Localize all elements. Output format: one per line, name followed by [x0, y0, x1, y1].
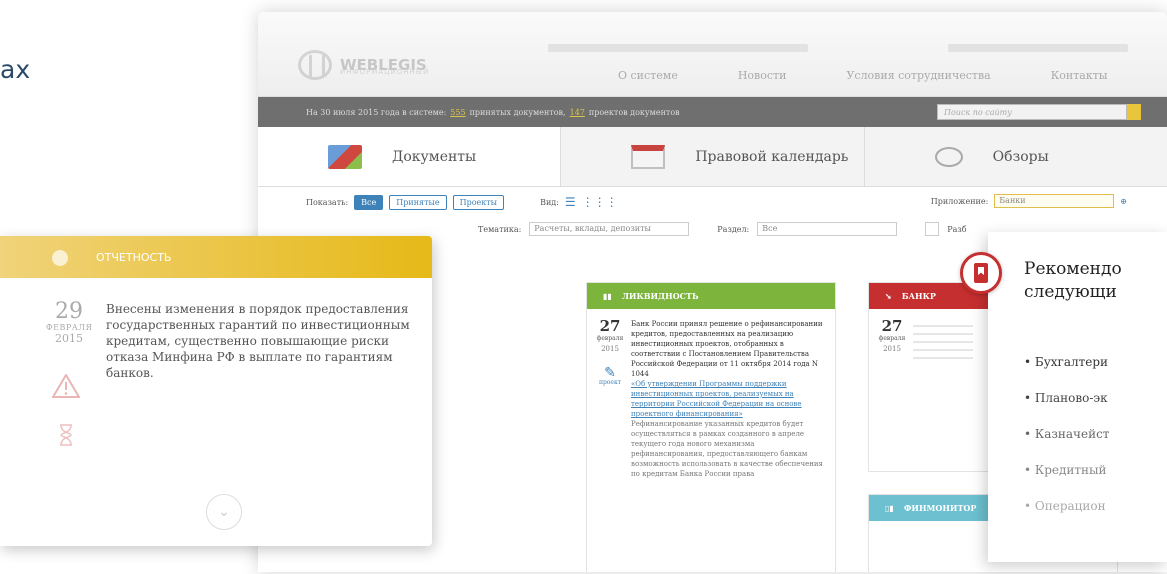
calendar-icon	[631, 144, 666, 169]
promo-stage: ах WEBLEGIS ИНФОРМАЦИОННЫЙ О системе Нов…	[0, 0, 1167, 574]
tab-documents[interactable]: Документы	[258, 127, 561, 186]
card-link[interactable]: «Об утверждении Программы поддержки инве…	[631, 379, 827, 419]
documents-icon	[328, 144, 362, 169]
search-input[interactable]: Поиск по сайту	[937, 104, 1127, 120]
search-icon[interactable]	[1127, 104, 1141, 120]
docs-label: принятых документов,	[469, 107, 566, 117]
section-label: Раздел:	[717, 224, 750, 234]
reporting-panel: ОТЧЕТНОСТЬ 29 ФЕВРАЛЯ 2015 Внесены измен…	[0, 236, 432, 546]
nav-contacts[interactable]: Контакты	[1051, 69, 1108, 82]
card-title: БАНКР	[901, 291, 936, 301]
tab-calendar-label: Правовой календарь	[695, 148, 849, 165]
card-month: февраля	[878, 335, 906, 342]
nav-terms[interactable]: Условия сотрудничества	[846, 69, 990, 82]
header-blur-links	[948, 44, 1128, 52]
filter-accepted-button[interactable]: Принятые	[389, 194, 447, 210]
recommendations-title-line2: следующи	[1024, 282, 1117, 302]
list-item-label: Казначейст	[1034, 427, 1110, 441]
filter-all-button[interactable]: Все	[354, 194, 384, 210]
card-text-more: Рефинансирование указанных кредитов буде…	[631, 420, 823, 478]
list-item-label: Бухгалтери	[1034, 355, 1109, 369]
topics-select[interactable]: Расчеты, вклады, депозиты	[529, 222, 690, 236]
reporting-text: Внесены изменения в порядок предоставлен…	[106, 302, 410, 380]
docs-count-link[interactable]: 555	[450, 108, 465, 117]
card-month: февраля	[596, 335, 624, 342]
header-blur-text	[548, 44, 808, 52]
nav-about[interactable]: О системе	[618, 69, 678, 82]
recommendations-title: Рекомендо следующи	[1024, 258, 1122, 304]
reporting-month: ФЕВРАЛЯ	[46, 323, 93, 332]
site-logo[interactable]: WEBLEGIS ИНФОРМАЦИОННЫЙ	[298, 50, 430, 80]
list-item-label: Планово-эк	[1034, 391, 1108, 405]
tab-documents-label: Документы	[392, 148, 477, 165]
card-title: ФИНМОНИТОР	[903, 503, 977, 513]
hourglass-icon	[60, 424, 72, 446]
expand-down-icon[interactable]: ⌄	[206, 494, 242, 530]
app-label: Приложение:	[930, 196, 989, 206]
list-item[interactable]: • Бухгалтери	[1024, 344, 1109, 380]
card-text-blur	[913, 319, 973, 359]
reporting-year: 2015	[55, 332, 83, 345]
app-selector: Приложение: Банки ⊕	[931, 194, 1127, 208]
tab-reviews-label: Обзоры	[992, 148, 1049, 165]
card-body: 27 февраля 2015 ✎ проект Банк России при…	[587, 309, 835, 485]
show-label: Показать:	[306, 197, 349, 207]
grid-view-icon[interactable]: ⋮⋮⋮	[582, 195, 618, 209]
nav-news[interactable]: Новости	[738, 69, 787, 82]
list-item-label: Операцион	[1034, 499, 1106, 513]
extra-checkbox[interactable]	[925, 222, 940, 236]
warning-icon	[52, 374, 80, 398]
status-bar: На 30 июля 2015 года в системе: 555 прин…	[258, 97, 1167, 127]
list-item[interactable]: • Казначейст	[1024, 416, 1109, 452]
logo-icon	[298, 50, 332, 80]
list-item[interactable]: • Операцион	[1024, 488, 1109, 524]
card-icon: ➘	[885, 291, 892, 301]
card-title: ЛИКВИДНОСТЬ	[621, 291, 699, 301]
card-text: Банк России принял решение о рефинансиро…	[631, 320, 823, 378]
cropped-heading: ах	[0, 55, 31, 84]
site-header: WEBLEGIS ИНФОРМАЦИОННЫЙ О системе Новост…	[258, 12, 1167, 97]
section-select[interactable]: Все	[757, 222, 898, 236]
pen-icon: ✎	[604, 365, 616, 381]
bookmark-icon	[960, 252, 1002, 294]
card-icon: ▯▮	[885, 503, 894, 513]
tab-legal-calendar[interactable]: Правовой календарь	[560, 127, 864, 186]
projects-label: проектов документов	[588, 107, 680, 117]
card-day: 27	[881, 317, 903, 335]
logo-subtitle: ИНФОРМАЦИОННЫЙ	[340, 68, 430, 76]
status-prefix: На 30 июля 2015 года в системе:	[306, 107, 447, 117]
section-tabs: Документы Правовой календарь Обзоры	[258, 127, 1167, 187]
recommendations-title-line1: Рекомендо	[1024, 259, 1122, 279]
list-item[interactable]: • Планово-эк	[1024, 380, 1109, 416]
card-header: ▮▮ ЛИКВИДНОСТЬ	[587, 283, 835, 309]
card-year: 2015	[883, 345, 901, 353]
card-year: 2015	[601, 345, 619, 353]
filter-projects-button[interactable]: Проекты	[452, 194, 505, 210]
list-view-icon[interactable]: ☰	[565, 195, 576, 209]
recommendations-list: • Бухгалтери • Планово-эк • Казначейст •…	[1024, 344, 1109, 524]
reporting-date: 29 ФЕВРАЛЯ 2015	[46, 299, 93, 346]
card-date: 27 февраля 2015	[877, 319, 907, 354]
list-item-label: Кредитный	[1034, 463, 1107, 477]
glasses-icon	[934, 146, 963, 167]
filter-row: Показать: Все Принятые Проекты Вид: ☰ ⋮⋮…	[258, 187, 1167, 217]
card-liquidity[interactable]: ▮▮ ЛИКВИДНОСТЬ 27 февраля 2015 ✎ проект …	[586, 282, 836, 572]
reporting-day: 29	[55, 299, 83, 324]
card-day: 27	[599, 317, 621, 335]
app-select[interactable]: Банки	[994, 194, 1115, 208]
reporting-icon	[52, 250, 68, 266]
tab-reviews[interactable]: Обзоры	[863, 127, 1167, 186]
main-nav: О системе Новости Условия сотрудничества…	[618, 69, 1108, 82]
card-icon: ▮▮	[603, 291, 612, 301]
view-label: Вид:	[540, 197, 559, 207]
card-date: 27 февраля 2015 ✎ проект	[595, 319, 625, 388]
list-item[interactable]: • Кредитный	[1024, 452, 1109, 488]
project-tag: проект	[598, 379, 622, 386]
reporting-title: ОТЧЕТНОСТЬ	[96, 250, 172, 264]
extra-label: Разб	[947, 224, 967, 234]
topics-label: Тематика:	[478, 224, 522, 234]
projects-count-link[interactable]: 147	[570, 108, 585, 117]
add-icon[interactable]: ⊕	[1120, 197, 1127, 206]
reporting-header: ОТЧЕТНОСТЬ	[0, 236, 432, 278]
